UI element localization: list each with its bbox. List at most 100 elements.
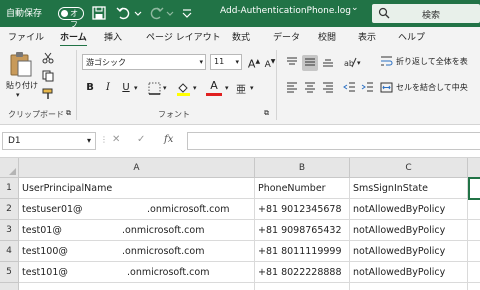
font-color-button[interactable]: A	[206, 78, 222, 96]
autosave-toggle[interactable]: オフ	[58, 7, 84, 29]
align-center-button[interactable]	[302, 80, 318, 96]
column-header-d[interactable]	[468, 158, 480, 178]
phonetic-icon[interactable]: 亜	[236, 82, 250, 98]
cell-b5[interactable]: +81 8022228888	[255, 262, 350, 283]
tab-formulas[interactable]: 数式	[232, 30, 250, 43]
cell-d2[interactable]	[468, 199, 480, 220]
tab-view[interactable]: 表示	[358, 30, 376, 43]
decrease-indent-button[interactable]	[342, 80, 358, 96]
undo-icon[interactable]	[115, 4, 133, 22]
orientation-button[interactable]: ab	[342, 55, 358, 71]
align-top-button[interactable]	[284, 55, 300, 71]
spreadsheet-grid: A B C 1 2 3 4 5 UserPrincipalName PhoneN…	[0, 158, 480, 290]
cell-b3[interactable]: +81 9098765432	[255, 220, 350, 241]
group-divider	[76, 50, 77, 120]
formula-input[interactable]	[187, 132, 480, 150]
cell-c3[interactable]: notAllowedByPolicy	[350, 220, 468, 241]
row-header[interactable]: 2	[0, 199, 19, 220]
borders-icon[interactable]	[148, 82, 161, 98]
font-size-select[interactable]: 11 ▾	[210, 54, 242, 70]
font-color-dropdown-icon[interactable]: ▾	[225, 84, 229, 92]
cell-c4[interactable]: notAllowedByPolicy	[350, 241, 468, 262]
customize-qat-icon[interactable]	[180, 4, 194, 22]
increase-font-size-button[interactable]: A▲	[246, 54, 262, 71]
insert-function-button[interactable]: fx	[164, 134, 173, 145]
row-header[interactable]: 3	[0, 220, 19, 241]
select-all-button[interactable]	[0, 158, 19, 178]
cell-a3[interactable]: test01@ .onmicrosoft.com	[19, 220, 255, 241]
cell-a1[interactable]: UserPrincipalName	[19, 178, 255, 199]
cell-b2[interactable]: +81 9012345678	[255, 199, 350, 220]
user-name: test101@	[22, 267, 68, 278]
italic-button[interactable]: I	[100, 80, 116, 96]
cut-icon[interactable]	[42, 52, 54, 67]
align-bottom-button[interactable]	[320, 55, 336, 71]
cell-c1[interactable]: SmsSignInState	[350, 178, 468, 199]
row-header[interactable]: 4	[0, 241, 19, 262]
domain-suffix: .onmicrosoft.com	[147, 204, 230, 215]
align-left-button[interactable]	[284, 80, 300, 96]
cell-c5[interactable]: notAllowedByPolicy	[350, 262, 468, 283]
clipboard-launcher-icon[interactable]: ⧉	[66, 109, 71, 118]
borders-dropdown-icon[interactable]: ▾	[163, 84, 167, 92]
cell-d4[interactable]	[468, 241, 480, 262]
wrap-text-icon[interactable]	[380, 55, 393, 71]
orientation-dropdown-icon[interactable]: ▾	[357, 59, 361, 67]
cell-b6[interactable]	[255, 283, 350, 290]
undo-dropdown-icon[interactable]	[133, 4, 143, 22]
column-header-a[interactable]: A	[19, 158, 255, 178]
cell-a6[interactable]	[19, 283, 255, 290]
copy-icon[interactable]	[42, 70, 54, 85]
fill-color-icon[interactable]	[176, 81, 191, 99]
cell-d1-selected[interactable]	[468, 177, 480, 200]
wrap-text-label[interactable]: 折り返して全体を表	[396, 56, 468, 67]
font-launcher-icon[interactable]: ⧉	[264, 109, 269, 118]
search-box[interactable]: 検索	[372, 4, 480, 23]
save-icon[interactable]	[90, 4, 108, 22]
merge-center-label[interactable]: セルを結合して中央	[396, 82, 468, 93]
phonetic-dropdown-icon[interactable]: ▾	[250, 84, 254, 92]
cell-b1[interactable]: PhoneNumber	[255, 178, 350, 199]
row-header[interactable]: 1	[0, 178, 19, 199]
tab-file[interactable]: ファイル	[8, 30, 44, 43]
cell-a5[interactable]: test101@ .onmicrosoft.com	[19, 262, 255, 283]
align-middle-button[interactable]	[302, 55, 318, 71]
fill-color-dropdown-icon[interactable]: ▾	[193, 84, 197, 92]
cell-b4[interactable]: +81 8011119999	[255, 241, 350, 262]
cell-a4[interactable]: test100@ .onmicrosoft.com	[19, 241, 255, 262]
tab-review[interactable]: 校閲	[318, 30, 336, 43]
column-header-c[interactable]: C	[350, 158, 468, 178]
search-icon	[378, 7, 390, 22]
redo-dropdown-icon[interactable]	[165, 4, 175, 22]
row-header[interactable]	[0, 283, 19, 290]
domain-suffix: .onmicrosoft.com	[127, 267, 210, 278]
merge-center-icon[interactable]	[380, 81, 393, 97]
cell-a2[interactable]: testuser01@ .onmicrosoft.com	[19, 199, 255, 220]
cell-d3[interactable]	[468, 220, 480, 241]
underline-button[interactable]: U	[118, 80, 134, 96]
font-name-select[interactable]: 游ゴシック ▾	[82, 54, 206, 70]
redo-icon[interactable]	[147, 4, 165, 22]
format-painter-icon[interactable]	[42, 88, 54, 103]
filename-dropdown-icon[interactable]: ⌄	[351, 3, 359, 13]
tab-home[interactable]: ホーム	[60, 30, 87, 47]
tab-help[interactable]: ヘルプ	[398, 30, 425, 43]
tab-data[interactable]: データ	[273, 30, 300, 43]
row-header[interactable]: 5	[0, 262, 19, 283]
paste-icon[interactable]	[8, 50, 34, 81]
tab-insert[interactable]: 挿入	[104, 30, 122, 43]
bold-button[interactable]: B	[82, 80, 98, 96]
cell-c2[interactable]: notAllowedByPolicy	[350, 199, 468, 220]
tab-page-layout[interactable]: ページ レイアウト	[146, 30, 221, 43]
paste-label[interactable]: 貼り付け	[6, 80, 38, 91]
align-right-button[interactable]	[320, 80, 336, 96]
cell-c6[interactable]	[350, 283, 468, 290]
paste-dropdown-icon[interactable]: ▾	[16, 91, 20, 99]
increase-indent-button[interactable]	[360, 80, 376, 96]
enter-icon[interactable]: ✓	[137, 134, 145, 145]
cell-d5[interactable]	[468, 262, 480, 283]
name-box[interactable]: D1 ▾	[2, 132, 96, 150]
cancel-icon[interactable]: ✕	[112, 134, 120, 145]
underline-dropdown-icon[interactable]: ▾	[134, 84, 138, 92]
column-header-b[interactable]: B	[255, 158, 350, 178]
